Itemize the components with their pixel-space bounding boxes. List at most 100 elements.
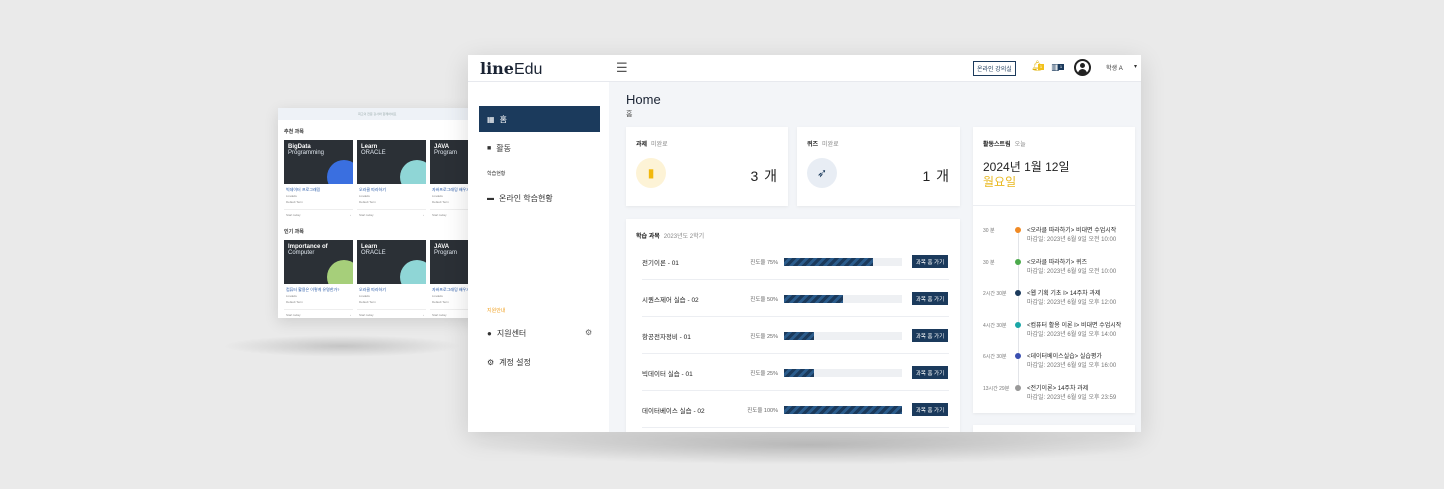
course-thumbnail: Importance of Computer <box>284 240 353 284</box>
quiz-card[interactable]: 퀴즈 미완료 ➶ 1 개 <box>797 127 960 206</box>
progress-label: 진도율 <box>750 296 766 303</box>
course-home-button[interactable]: 과목 홈 가기 <box>912 329 948 342</box>
course-thumbnail: Learn ORACLE <box>357 140 426 184</box>
course-footer: Start today › <box>357 209 426 220</box>
stream-item[interactable]: 13시간 29분 <전기이론> 14주차 과제 마감일: 2023년 6월 9일… <box>983 382 1133 410</box>
course-card[interactable]: BigData Programming 빅데이터 프로그래밍 LineEdu D… <box>284 140 353 220</box>
sidebar-item-online-status[interactable]: ▬ 온라인 학습현황 <box>487 193 553 204</box>
menu-icon[interactable]: ☰ <box>616 60 628 76</box>
course-row: 항공전자정비 - 01 진도율 25% 과목 홈 가기 <box>642 318 949 354</box>
course-caption[interactable]: 오라클 따라하기 <box>357 284 426 293</box>
stream-item[interactable]: 6시간 30분 <데이터베이스실습> 실습평가 마감일: 2023년 6월 9일… <box>983 350 1133 378</box>
chevron-down-icon[interactable]: ▾ <box>1134 63 1137 70</box>
stream-time: 13시간 29분 <box>983 385 1010 392</box>
progress-label: 진도율 <box>750 259 766 266</box>
stream-item[interactable]: 4시간 30분 <컴퓨터 활용 이론 I> 비대면 수업시작 마감일: 2023… <box>983 319 1133 347</box>
progress-value: 25 <box>766 333 774 340</box>
top-bar: lineEdu ☰ 온라인 강의실 🔔︎ 1 ▥ 1 학생 A ▾ <box>468 55 1141 82</box>
stream-time: 30 분 <box>983 228 995 234</box>
course-caption[interactable]: 컴퓨터 활용은 이렇게 유명한가? <box>284 284 353 293</box>
course-home-button[interactable]: 과목 홈 가기 <box>912 366 948 379</box>
popular-course-row: Importance of Computer 컴퓨터 활용은 이렇게 유명한가?… <box>278 240 478 318</box>
extra-card <box>973 425 1135 432</box>
course-footer-text: Start today <box>432 313 447 317</box>
chevron-right-icon[interactable]: › <box>423 213 424 217</box>
course-footer: Start today › <box>284 209 353 220</box>
back-screen-shadow <box>222 335 462 357</box>
course-card[interactable]: Learn ORACLE 오라클 따라하기 LineEdu Default Te… <box>357 140 426 220</box>
stream-title: <오라클 따라하기> 비대면 수업시작 <box>1027 228 1117 234</box>
chevron-right-icon[interactable]: › <box>423 313 424 317</box>
sidebar-item-label: 계정 설정 <box>499 358 531 367</box>
user-name[interactable]: 학생 A <box>1106 63 1123 72</box>
stream-title: <컴퓨터 활용 이론 I> 비대면 수업시작 <box>1027 322 1122 329</box>
rocket-icon: ➶ <box>807 158 837 188</box>
course-name: 데이터베이스 실습 - 02 <box>642 407 705 415</box>
avatar[interactable] <box>1074 59 1091 76</box>
main-content: Home 홈 과제 미완료 ▮ 3 개 퀴즈 미완료 ➶ 1 개 학습 과목 2023… <box>609 82 1141 432</box>
progress-bar <box>784 368 902 377</box>
course-row: 전기이론 - 01 진도율 75% 과목 홈 가기 <box>642 244 949 280</box>
stream-sublabel: 오늘 <box>1014 142 1026 148</box>
sidebar-item-support-center[interactable]: ● 지원센터 <box>487 328 526 339</box>
course-footer-text: Start today <box>286 213 301 217</box>
stream-title: <오라클 따라하기> 퀴즈 <box>1027 259 1088 266</box>
stream-weekday: 월요일 <box>983 175 1017 189</box>
gear-icon[interactable]: ⚙ <box>585 328 592 337</box>
stream-item[interactable]: 30 분 <오라클 따라하기> 비대면 수업시작 마감일: 2023년 6월 9… <box>983 224 1133 252</box>
course-term: Default Term <box>359 300 376 304</box>
sidebar-item-label: 지원센터 <box>496 329 527 338</box>
stream-dot <box>1015 290 1021 296</box>
course-footer-text: Start today <box>432 213 447 217</box>
course-name: 시퀀스제어 실습 - 02 <box>642 296 699 304</box>
document-icon: ▮ <box>636 158 666 188</box>
sidebar-item-label: 온라인 학습현황 <box>499 194 553 203</box>
course-footer-text: Start today <box>286 313 301 317</box>
popular-heading: 인기 과목 <box>284 229 304 235</box>
monitor-icon: ▬ <box>487 195 494 202</box>
stream-item[interactable]: 30 분 <오라클 따라하기> 퀴즈 마감일: 2023년 6월 9일 오전 1… <box>983 256 1133 284</box>
courses-label: 학습 과목 2023년도 2학기 <box>636 234 705 240</box>
stream-time: 30 분 <box>983 259 995 266</box>
progress-fill <box>784 257 873 266</box>
book-badge: 1 <box>1058 64 1064 70</box>
stream-due: 마감일: 2023년 6월 9일 오후 12:00 <box>1027 300 1117 306</box>
course-term: Default Term <box>286 200 303 204</box>
course-card[interactable]: Importance of Computer 컴퓨터 활용은 이렇게 유명한가?… <box>284 240 353 318</box>
chevron-right-icon[interactable]: › <box>350 313 351 317</box>
progress-bar <box>784 405 902 414</box>
sidebar-item-account-settings[interactable]: ⚙ 계정 설정 <box>487 357 531 368</box>
courses-term: 2023년도 2학기 <box>663 234 705 240</box>
briefcase-icon: ■ <box>487 145 492 152</box>
gear-icon: ⚙ <box>487 358 495 367</box>
progress-fill <box>784 294 843 303</box>
recommended-course-row: BigData Programming 빅데이터 프로그래밍 LineEdu D… <box>278 140 478 220</box>
bell-badge: 1 <box>1038 64 1044 70</box>
course-row: 데이터베이스 실습 - 02 진도율 100% 과목 홈 가기 <box>642 392 949 428</box>
logo[interactable]: lineEdu <box>480 59 542 79</box>
progress-label: 진도율 <box>750 333 766 340</box>
study-heading: 학습현황 <box>487 171 506 177</box>
assignment-card[interactable]: 과제 미완료 ▮ 3 개 <box>626 127 788 206</box>
sidebar-item-home[interactable]: ▦ 홈 <box>479 106 600 132</box>
course-home-button[interactable]: 과목 홈 가기 <box>912 403 948 416</box>
course-term: Default Term <box>359 200 376 204</box>
thumb-illustration <box>400 260 426 284</box>
course-card[interactable]: Learn ORACLE 오라클 따라하기 LineEdu Default Te… <box>357 240 426 318</box>
stream-due: 마감일: 2023년 6월 9일 오후 14:00 <box>1027 331 1117 338</box>
chevron-right-icon[interactable]: › <box>350 213 351 217</box>
online-lecture-button[interactable]: 온라인 강의실 <box>973 61 1016 76</box>
logo-light: Edu <box>513 61 543 78</box>
sidebar-item-activity[interactable]: ■ 활동 <box>487 143 511 154</box>
course-caption[interactable]: 빅데이터 프로그래밍 <box>284 184 353 193</box>
sidebar-item-label: 활동 <box>496 144 511 153</box>
course-home-button[interactable]: 과목 홈 가기 <box>912 292 948 305</box>
progress-label: 진도율 <box>750 370 766 377</box>
divider <box>973 205 1135 206</box>
course-caption[interactable]: 오라클 따라하기 <box>357 184 426 193</box>
canvas: 최고의 전문 강사와 함께하세요 추천 과목 BigData Programmi… <box>0 0 1444 489</box>
course-home-button[interactable]: 과목 홈 가기 <box>912 255 948 268</box>
stream-due: 마감일: 2023년 6월 9일 오후 16:00 <box>1027 363 1117 369</box>
thumb-illustration <box>327 160 353 184</box>
stream-item[interactable]: 2시간 30분 <웹 기획 기초 I> 14주차 과제 마감일: 2023년 6… <box>983 287 1133 315</box>
